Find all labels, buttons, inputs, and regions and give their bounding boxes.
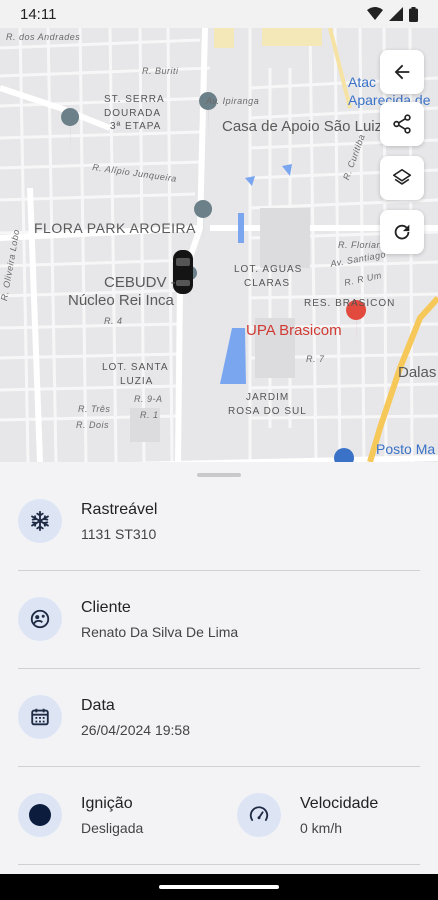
map-label-street: R. Três (78, 404, 111, 414)
refresh-button[interactable] (380, 210, 424, 254)
map-label-neighborhood: FLORA PARK AROEIRA (34, 220, 197, 236)
velocidade-title: Velocidade (300, 794, 379, 812)
detail-row-data: Data 26/04/2024 19:58 (18, 695, 420, 739)
rastreavel-value: 1131 ST310 (81, 525, 157, 542)
map-label-street: R. 4 (104, 316, 123, 326)
map-label-neighborhood: LUZIA (120, 376, 154, 387)
detail-row-cliente: Cliente Renato Da Silva De Lima (18, 597, 420, 641)
divider (18, 864, 420, 865)
arrow-left-icon (394, 64, 410, 80)
map-label-street: R. Dois (76, 420, 110, 430)
cliente-title: Cliente (81, 598, 131, 616)
map-label-neighborhood: DOURADA (104, 108, 162, 119)
share-button[interactable] (380, 102, 424, 146)
data-value: 26/04/2024 19:58 (81, 721, 190, 738)
battery-icon (409, 6, 418, 22)
divider (18, 668, 420, 669)
ignicao-value: Desligada (81, 819, 144, 836)
map-label-poi: CEBUDV - (104, 274, 176, 291)
layers-button[interactable] (380, 156, 424, 200)
rastreavel-title: Rastreável (81, 500, 158, 518)
data-title: Data (81, 696, 115, 714)
map-view[interactable]: R. dos Andrades R. Buriti Av. Ipiranga S… (0, 28, 438, 462)
status-bar: 14:11 (0, 0, 438, 28)
vehicle-details-sheet: Rastreável 1131 ST310 Cliente Renato Da … (0, 462, 438, 874)
ignition-status-icon (18, 793, 62, 837)
signal-icon (389, 7, 403, 21)
detail-row-rastreavel: Rastreável 1131 ST310 (18, 499, 420, 543)
map-label-street: R. 7 (306, 354, 325, 364)
map-label-street: R. Buriti (142, 66, 179, 76)
snowflake-icon (18, 499, 62, 543)
drag-handle[interactable] (197, 473, 241, 477)
status-time: 14:11 (20, 5, 57, 23)
share-icon (393, 114, 411, 134)
map-label-neighborhood: LOT. SANTA (102, 362, 169, 373)
back-button[interactable] (380, 50, 424, 94)
client-icon (18, 597, 62, 641)
map-label-neighborhood: LOT. AGUAS (234, 264, 303, 275)
system-nav-bar (0, 874, 438, 900)
map-label-street: R. dos Andrades (6, 32, 81, 42)
map-label-poi: Núcleo Rei Inca (68, 292, 174, 309)
status-icons (367, 6, 418, 22)
detail-row-velocidade: Velocidade 0 km/h (237, 793, 378, 837)
refresh-icon (394, 224, 410, 240)
ignicao-title: Ignição (81, 794, 133, 812)
home-gesture-pill[interactable] (159, 885, 279, 889)
wifi-icon (367, 7, 383, 20)
map-label-poi: Dalas (398, 364, 437, 381)
map-label-neighborhood: JARDIM (246, 392, 290, 403)
map-label-street: Av. Ipiranga (206, 96, 260, 106)
map-label-poi: Posto Ma (376, 441, 436, 457)
velocidade-value: 0 km/h (300, 819, 343, 836)
calendar-icon (18, 695, 62, 739)
detail-row-ignicao: Ignição Desligada (18, 793, 143, 837)
speedometer-icon (237, 793, 281, 837)
divider (18, 766, 420, 767)
map-label-poi: Atac (348, 74, 377, 90)
vehicle-marker (173, 250, 193, 294)
divider (18, 570, 420, 571)
map-label-neighborhood: ST. SERRA (104, 94, 165, 105)
cliente-value: Renato Da Silva De Lima (81, 623, 239, 640)
map-label-street: R. 9-A (134, 394, 163, 404)
map-label-poi: UPA Brasicom (246, 322, 342, 339)
layers-icon (392, 168, 412, 185)
map-label-neighborhood: CLARAS (244, 278, 291, 289)
map-label-neighborhood: ROSA DO SUL (228, 406, 307, 417)
map-label-street: R. 1 (140, 410, 159, 420)
map-label-neighborhood: 3ª ETAPA (110, 121, 162, 132)
map-label-neighborhood: RES. BRASICON (304, 298, 396, 309)
